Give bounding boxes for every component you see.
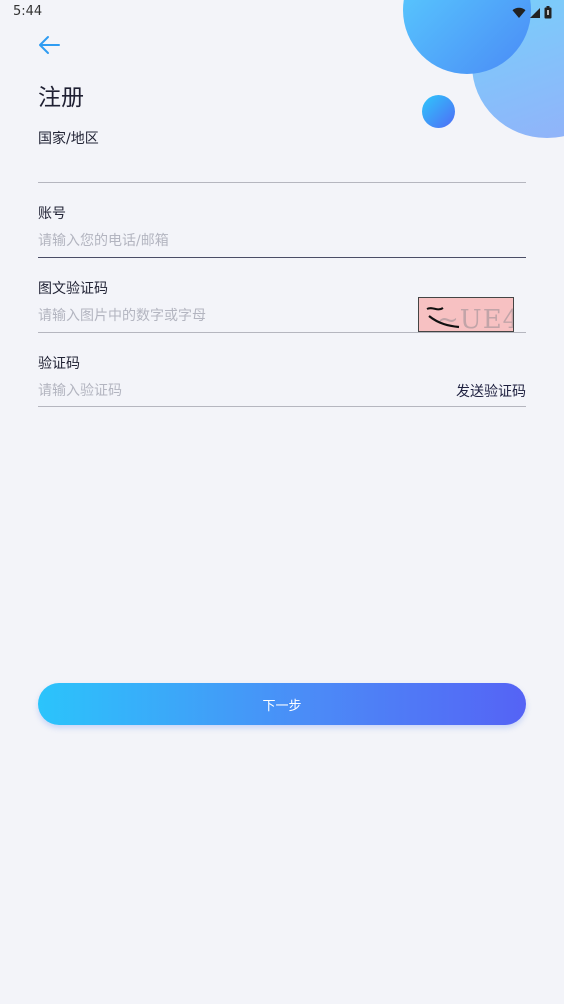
captcha-field: 图文验证码 ~UE45 <box>38 278 526 334</box>
register-page: 5:44 注册 国家/地区 账号 图 <box>0 0 564 1004</box>
captcha-text: ~UE45 <box>437 305 514 332</box>
next-button[interactable]: 下一步 <box>38 683 526 725</box>
wifi-icon <box>512 4 526 23</box>
account-label: 账号 <box>38 206 66 222</box>
captcha-label: 图文验证码 <box>38 281 108 297</box>
account-underline <box>38 257 526 258</box>
send-code-button[interactable]: 发送验证码 <box>456 381 526 401</box>
country-underline <box>38 182 526 183</box>
account-input[interactable] <box>38 230 458 252</box>
country-field[interactable]: 国家/地区 <box>38 128 526 184</box>
captcha-input[interactable] <box>38 305 398 327</box>
captcha-underline <box>38 332 526 333</box>
account-field: 账号 <box>38 203 526 259</box>
code-input[interactable] <box>38 380 398 402</box>
status-bar: 5:44 <box>0 0 564 24</box>
arrow-left-icon <box>37 35 61 59</box>
status-icons <box>512 4 552 23</box>
signal-icon <box>529 4 541 23</box>
status-time: 5:44 <box>13 4 43 19</box>
page-title: 注册 <box>38 85 84 111</box>
code-field: 验证码 发送验证码 <box>38 353 526 409</box>
code-label: 验证码 <box>38 356 80 372</box>
back-button[interactable] <box>34 34 64 60</box>
battery-icon <box>544 4 552 23</box>
captcha-image[interactable]: ~UE45 <box>418 297 514 332</box>
country-label: 国家/地区 <box>38 131 99 147</box>
decor-circle-small <box>422 95 455 128</box>
code-underline <box>38 406 526 407</box>
